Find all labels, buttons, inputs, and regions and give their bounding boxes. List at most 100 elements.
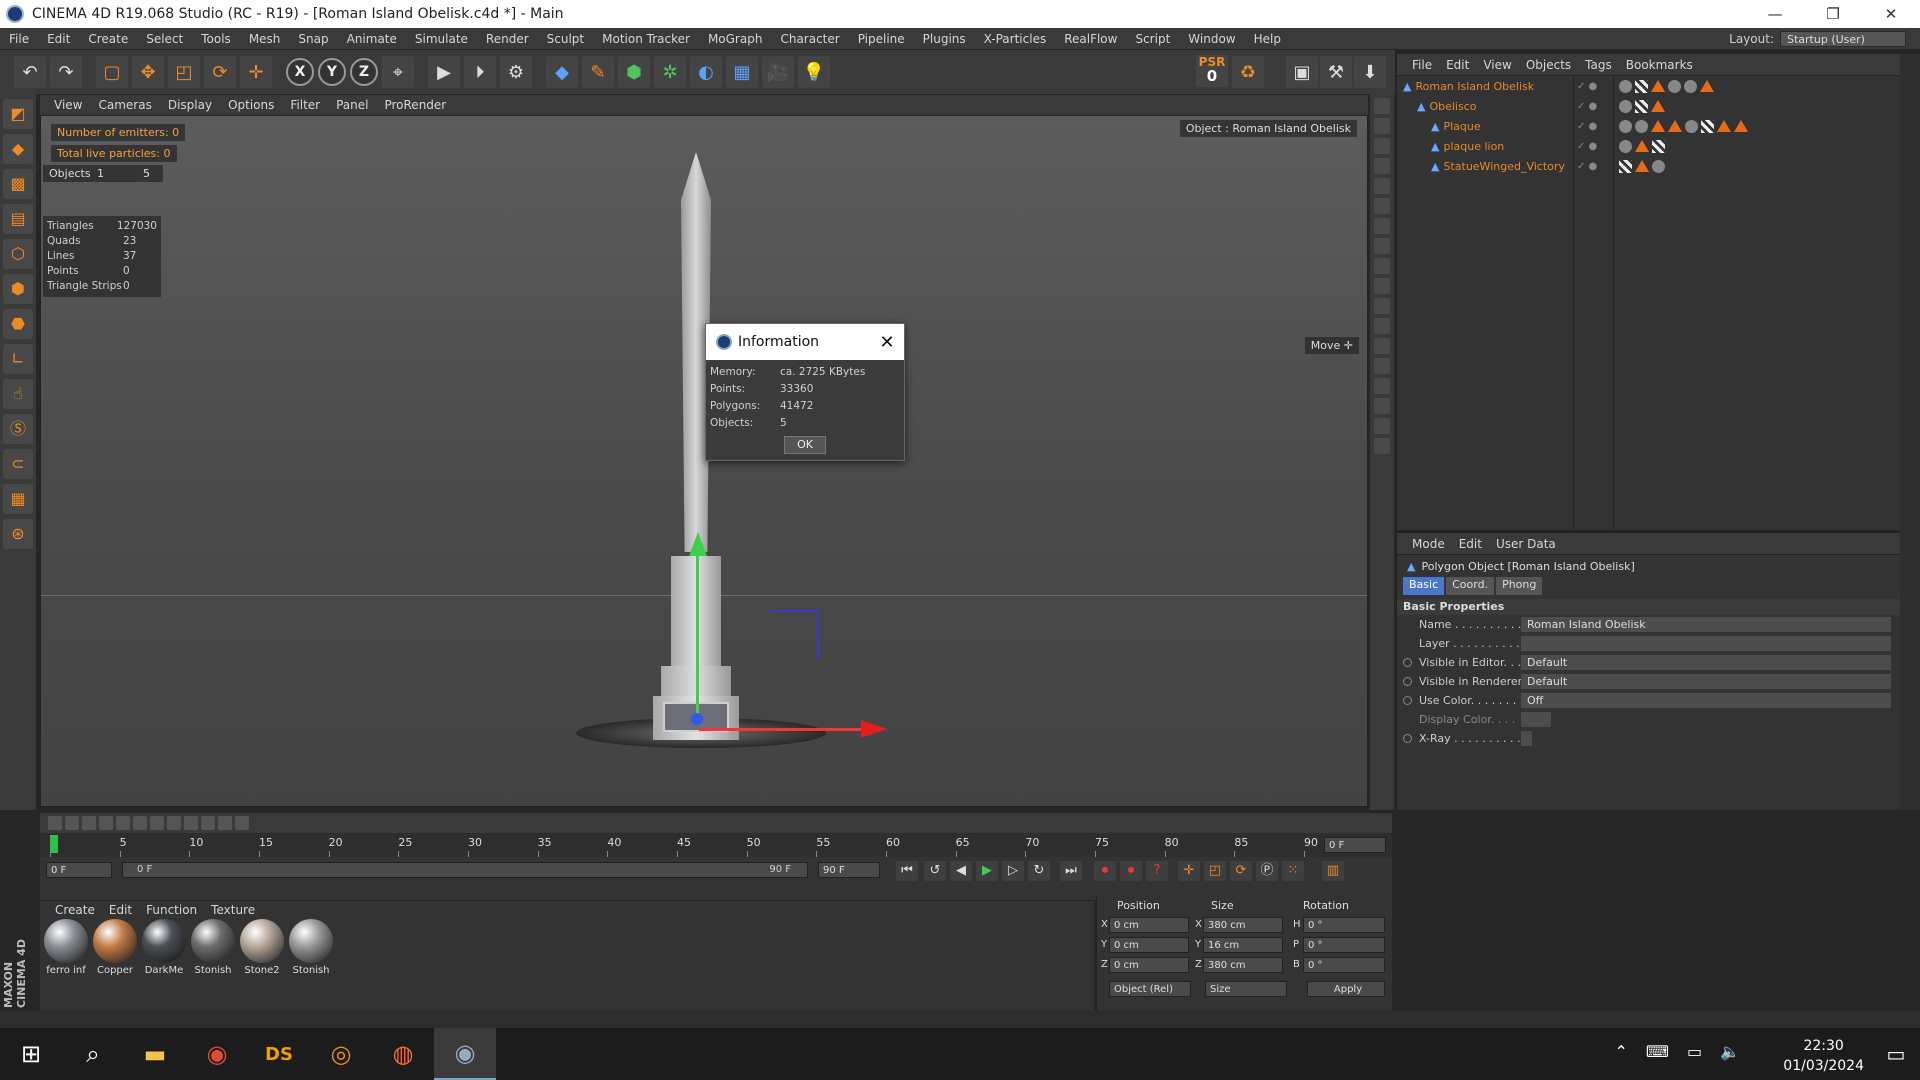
material-swatch[interactable]: ferro inf <box>44 919 88 976</box>
position-field[interactable]: 0 cm <box>1109 917 1189 933</box>
3d-viewport[interactable]: Number of emitters: 0 Total live particl… <box>40 115 1368 807</box>
record-keys-icon[interactable]: ⏺ <box>1094 861 1116 881</box>
live-selection-icon[interactable]: ▢ <box>96 56 128 88</box>
material-swatch[interactable]: DarkMe <box>142 919 186 976</box>
scale-key-icon[interactable]: ◰ <box>1204 861 1226 881</box>
floor-icon[interactable]: ▦ <box>726 56 758 88</box>
x-axis-arrow[interactable] <box>861 720 887 738</box>
size-mode-select[interactable]: Size <box>1205 981 1287 997</box>
axis-mode-icon[interactable]: ∟ <box>3 344 33 374</box>
tab-coord[interactable]: Coord. <box>1446 577 1495 595</box>
blender-icon[interactable]: ◎ <box>310 1028 372 1080</box>
strip-icon[interactable] <box>1374 418 1390 434</box>
plugin-icon[interactable]: ⚒ <box>1320 56 1352 88</box>
timeline-tool-icon[interactable] <box>116 816 130 830</box>
menu-plugins[interactable]: Plugins <box>914 32 975 46</box>
object-tags[interactable] <box>1619 79 1714 93</box>
workplane-icon[interactable]: ▤ <box>3 204 33 234</box>
position-key-icon[interactable]: ✛ <box>1178 861 1200 881</box>
visibility-flags[interactable]: ✓ ● <box>1577 161 1607 172</box>
menu-window[interactable]: Window <box>1179 32 1244 46</box>
timeline-tool-icon[interactable] <box>82 816 96 830</box>
search-icon[interactable]: ⌕ <box>62 1028 124 1080</box>
strip-icon[interactable] <box>1374 398 1390 414</box>
layout-select[interactable]: Startup (User) <box>1780 30 1906 47</box>
viewport-menu-view[interactable]: View <box>46 98 90 112</box>
keyframe-selection-icon[interactable]: ? <box>1146 861 1168 881</box>
menu-pipeline[interactable]: Pipeline <box>849 32 914 46</box>
clock[interactable]: 22:30 01/03/2024 <box>1783 1036 1864 1076</box>
strip-icon[interactable] <box>1374 178 1390 194</box>
timeline-tool-icon[interactable] <box>99 816 113 830</box>
file-explorer-icon[interactable]: ▬ <box>124 1028 186 1080</box>
menu-x-particles[interactable]: X-Particles <box>975 32 1056 46</box>
volume-icon[interactable]: 🔈 <box>1720 1042 1740 1061</box>
scripts-icon[interactable]: ▣ <box>1286 56 1318 88</box>
grid-icon[interactable]: ▦ <box>3 484 33 514</box>
playhead[interactable] <box>50 835 58 853</box>
strip-icon[interactable] <box>1374 338 1390 354</box>
object-tags[interactable] <box>1619 99 1665 113</box>
timeline-tool-icon[interactable] <box>65 816 79 830</box>
apply-button[interactable]: Apply <box>1307 981 1385 997</box>
daz-studio-icon[interactable]: DS <box>248 1028 310 1080</box>
position-field[interactable]: 0 cm <box>1109 937 1189 953</box>
menu-realflow[interactable]: RealFlow <box>1055 32 1126 46</box>
rotate-icon[interactable]: ⟳ <box>204 56 236 88</box>
tweak-mode-icon[interactable]: ☝ <box>3 379 33 409</box>
display-color-swatch[interactable] <box>1521 712 1551 727</box>
strip-icon[interactable] <box>1374 438 1390 454</box>
menu-mesh[interactable]: Mesh <box>240 32 290 46</box>
position-field[interactable]: 0 cm <box>1109 957 1189 973</box>
object-row-statue-winged-victory[interactable]: ▲ StatueWinged_Victory ✓ ● <box>1397 156 1900 176</box>
parameter-key-icon[interactable]: Ⓟ <box>1256 861 1278 881</box>
close-button[interactable]: ✕ <box>1862 5 1920 23</box>
om-menu-edit[interactable]: Edit <box>1439 58 1476 72</box>
timeline-tool-icon[interactable] <box>133 816 147 830</box>
model-mode-icon[interactable]: ◆ <box>3 134 33 164</box>
pen-icon[interactable]: ✎ <box>582 56 614 88</box>
strip-icon[interactable] <box>1374 218 1390 234</box>
y-axis-handle[interactable] <box>696 546 699 716</box>
deformer-icon[interactable]: ◐ <box>690 56 722 88</box>
render-to-picture-viewer-icon[interactable]: ⏵ <box>464 56 496 88</box>
prev-key-icon[interactable]: ↺ <box>924 861 946 881</box>
strip-icon[interactable] <box>1374 258 1390 274</box>
strip-icon[interactable] <box>1374 278 1390 294</box>
recent-tool-icon[interactable]: ✛ <box>240 56 272 88</box>
menu-simulate[interactable]: Simulate <box>406 32 477 46</box>
timeline-tool-icon[interactable] <box>235 816 249 830</box>
windows-start-icon[interactable]: ⊞ <box>0 1028 62 1080</box>
range-slider[interactable]: 0 F 90 F <box>122 862 808 878</box>
menu-animate[interactable]: Animate <box>338 32 406 46</box>
goto-start-icon[interactable]: ⏮ <box>896 861 918 881</box>
viewport-menu-options[interactable]: Options <box>220 98 282 112</box>
timeline-tool-icon[interactable] <box>48 816 62 830</box>
light-icon[interactable]: 💡 <box>798 56 830 88</box>
make-editable-icon[interactable]: ◩ <box>3 99 33 129</box>
object-row-plaque-lion[interactable]: ▲ plaque lion ✓ ● <box>1397 136 1900 156</box>
start-frame-field[interactable]: 0 F <box>46 862 112 878</box>
menu-render[interactable]: Render <box>477 32 538 46</box>
snap-icon[interactable]: Ⓢ <box>3 414 33 444</box>
autokey-icon[interactable]: ⏺ <box>1120 861 1142 881</box>
visibility-flags[interactable]: ✓ ● <box>1577 101 1607 112</box>
visibility-flags[interactable]: ✓ ● <box>1577 121 1607 132</box>
visibility-flags[interactable]: ✓ ● <box>1577 141 1607 152</box>
rotation-field[interactable]: 0 ° <box>1303 917 1385 933</box>
visible-in-renderer-select[interactable]: Default <box>1521 674 1891 689</box>
notifications-icon[interactable]: ▭ <box>1872 1028 1920 1080</box>
material-swatch[interactable]: Stonish <box>289 919 333 976</box>
coordinate-mode-select[interactable]: Object (Rel) <box>1109 981 1191 997</box>
mat-menu-function[interactable]: Function <box>139 903 204 917</box>
menu-script[interactable]: Script <box>1126 32 1179 46</box>
menu-help[interactable]: Help <box>1245 32 1290 46</box>
keyboard-icon[interactable]: ⌨ <box>1646 1042 1669 1061</box>
edges-mode-icon[interactable]: ⬢ <box>3 274 33 304</box>
next-key-icon[interactable]: ↻ <box>1028 861 1050 881</box>
locked-workplane-icon[interactable]: ⊛ <box>3 519 33 549</box>
cube-icon[interactable]: ◆ <box>546 56 578 88</box>
viewport-menu-display[interactable]: Display <box>160 98 220 112</box>
magnet-icon[interactable]: ⊂ <box>3 449 33 479</box>
next-frame-icon[interactable]: ▷ <box>1002 861 1024 881</box>
